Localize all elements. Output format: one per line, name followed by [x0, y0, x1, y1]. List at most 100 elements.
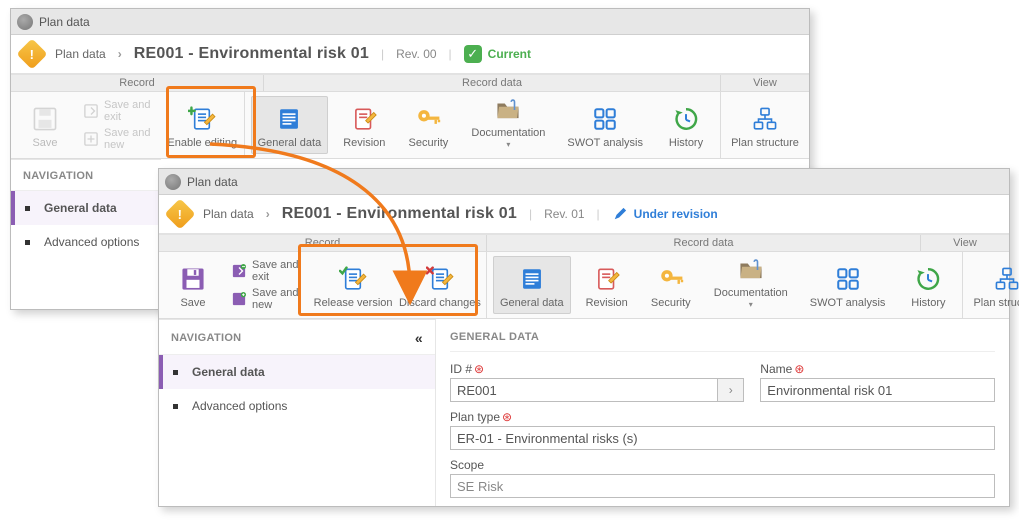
name-input[interactable] [760, 378, 995, 402]
window-title: Plan data [39, 15, 90, 29]
document-lines-icon [517, 265, 547, 293]
revision-button[interactable]: Revision [579, 256, 635, 314]
nav-item-advanced-options[interactable]: Advanced options [159, 389, 435, 423]
enable-editing-label: Enable editing [167, 137, 237, 149]
ribbon-head-record: Record [11, 75, 264, 91]
swot-analysis-button[interactable]: SWOT analysis [560, 96, 650, 154]
form-row: ID #⊛ › Name⊛ [450, 362, 995, 402]
breadcrumb-root[interactable]: Plan data [203, 207, 254, 221]
warning-diamond-icon [164, 198, 195, 229]
enable-editing-button[interactable]: Enable editing [167, 96, 238, 154]
documentation-button[interactable]: Documentation ▾ [707, 256, 795, 314]
divider: | [381, 47, 384, 61]
navigation-title: NAVIGATION [23, 170, 93, 182]
revision-doc-icon [349, 105, 379, 133]
security-button[interactable]: Security [400, 96, 456, 154]
collapse-icon[interactable]: « [415, 330, 423, 346]
general-data-label: General data [258, 137, 322, 149]
documentation-label: Documentation [714, 287, 788, 299]
field-label-id: ID #⊛ [450, 362, 744, 376]
required-icon: ⊛ [474, 362, 484, 376]
navigation-header: NAVIGATION [11, 160, 161, 191]
scope-input [450, 474, 995, 498]
nav-item-general-data[interactable]: General data [159, 355, 435, 389]
label-text: Name [760, 362, 792, 376]
folder-clip-icon [736, 257, 766, 283]
key-icon [656, 265, 686, 293]
breadcrumb: Plan data › RE001 - Environmental risk 0… [159, 195, 1009, 234]
history-clock-icon [913, 265, 943, 293]
id-lookup-button[interactable]: › [718, 378, 744, 402]
release-doc-icon [338, 265, 368, 293]
app-icon [17, 14, 33, 30]
navigation-panel: NAVIGATION General data Advanced options [11, 159, 161, 309]
titlebar: Plan data [11, 9, 809, 35]
save-and-new-button[interactable]: Save and new [229, 286, 306, 312]
security-button[interactable]: Security [643, 256, 699, 314]
general-data-button[interactable]: General data [493, 256, 571, 314]
revision-doc-icon [592, 265, 622, 293]
revision-label: Revision [586, 297, 628, 309]
id-input[interactable] [450, 378, 718, 402]
plan-type-input[interactable] [450, 426, 995, 450]
plan-structure-label: Plan structure [973, 297, 1019, 309]
navigation-header: NAVIGATION « [159, 320, 435, 355]
form-header: GENERAL DATA [450, 331, 995, 352]
warning-diamond-icon [16, 38, 47, 69]
general-data-button[interactable]: General data [251, 96, 329, 154]
security-label: Security [409, 137, 449, 149]
history-label: History [669, 137, 703, 149]
save-and-exit-label: Save and exit [252, 259, 303, 283]
ribbon-head-record-data: Record data [264, 75, 721, 91]
save-and-new-label: Save and new [252, 287, 303, 311]
divider: | [449, 47, 452, 61]
label-text: ID # [450, 362, 472, 376]
history-button[interactable]: History [900, 256, 956, 314]
form-row: Scope [450, 458, 995, 498]
floppy-plus-icon [232, 292, 246, 306]
floppy-icon [30, 105, 60, 133]
chevron-down-icon: ▾ [749, 300, 753, 309]
documentation-label: Documentation [471, 127, 545, 139]
ribbon: Save Save and exit Save and new [159, 252, 1009, 319]
save-and-exit-button[interactable]: Save and exit [229, 258, 306, 284]
required-icon: ⊛ [794, 362, 804, 376]
ribbon-head-view: View [721, 75, 809, 91]
save-button: Save [17, 96, 73, 154]
field-plan-type: Plan type⊛ [450, 410, 995, 450]
org-chart-icon [750, 105, 780, 133]
id-input-group: › [450, 378, 744, 402]
save-options-stack: Save and exit Save and new [81, 96, 159, 152]
save-and-new-label: Save and new [104, 127, 156, 151]
bullet-icon [173, 370, 178, 375]
app-icon [165, 174, 181, 190]
discard-changes-button[interactable]: Discard changes [400, 256, 480, 314]
ribbon-head-record-data: Record data [487, 235, 921, 251]
discard-changes-label: Discard changes [399, 297, 481, 309]
plan-structure-button[interactable]: Plan structure [727, 96, 803, 154]
stage: Plan data Plan data › RE001 - Environmen… [0, 0, 1019, 525]
release-version-button[interactable]: Release version [314, 256, 392, 314]
form-panel-general-data: GENERAL DATA ID #⊛ › [435, 319, 1009, 506]
swot-analysis-button[interactable]: SWOT analysis [803, 256, 893, 314]
ribbon-head-record: Record [159, 235, 487, 251]
chevron-down-icon: ▾ [506, 140, 510, 149]
plan-structure-button[interactable]: Plan structure [969, 256, 1019, 314]
field-name: Name⊛ [760, 362, 995, 402]
form-row: Plan type⊛ [450, 410, 995, 450]
documentation-button[interactable]: Documentation ▾ [464, 96, 552, 154]
swot-grid-icon [590, 105, 620, 133]
revision-button[interactable]: Revision [336, 96, 392, 154]
edit-icon [187, 105, 217, 133]
key-icon [413, 105, 443, 133]
save-button[interactable]: Save [165, 256, 221, 314]
nav-item-label: Advanced options [44, 235, 139, 249]
floppy-plus-icon [84, 132, 98, 146]
breadcrumb-root[interactable]: Plan data [55, 47, 106, 61]
pencil-icon [612, 206, 628, 222]
nav-item-general-data[interactable]: General data [11, 191, 161, 225]
history-button[interactable]: History [658, 96, 714, 154]
nav-item-advanced-options[interactable]: Advanced options [11, 225, 161, 259]
breadcrumb: Plan data › RE001 - Environmental risk 0… [11, 35, 809, 74]
navigation-title: NAVIGATION [171, 332, 241, 344]
